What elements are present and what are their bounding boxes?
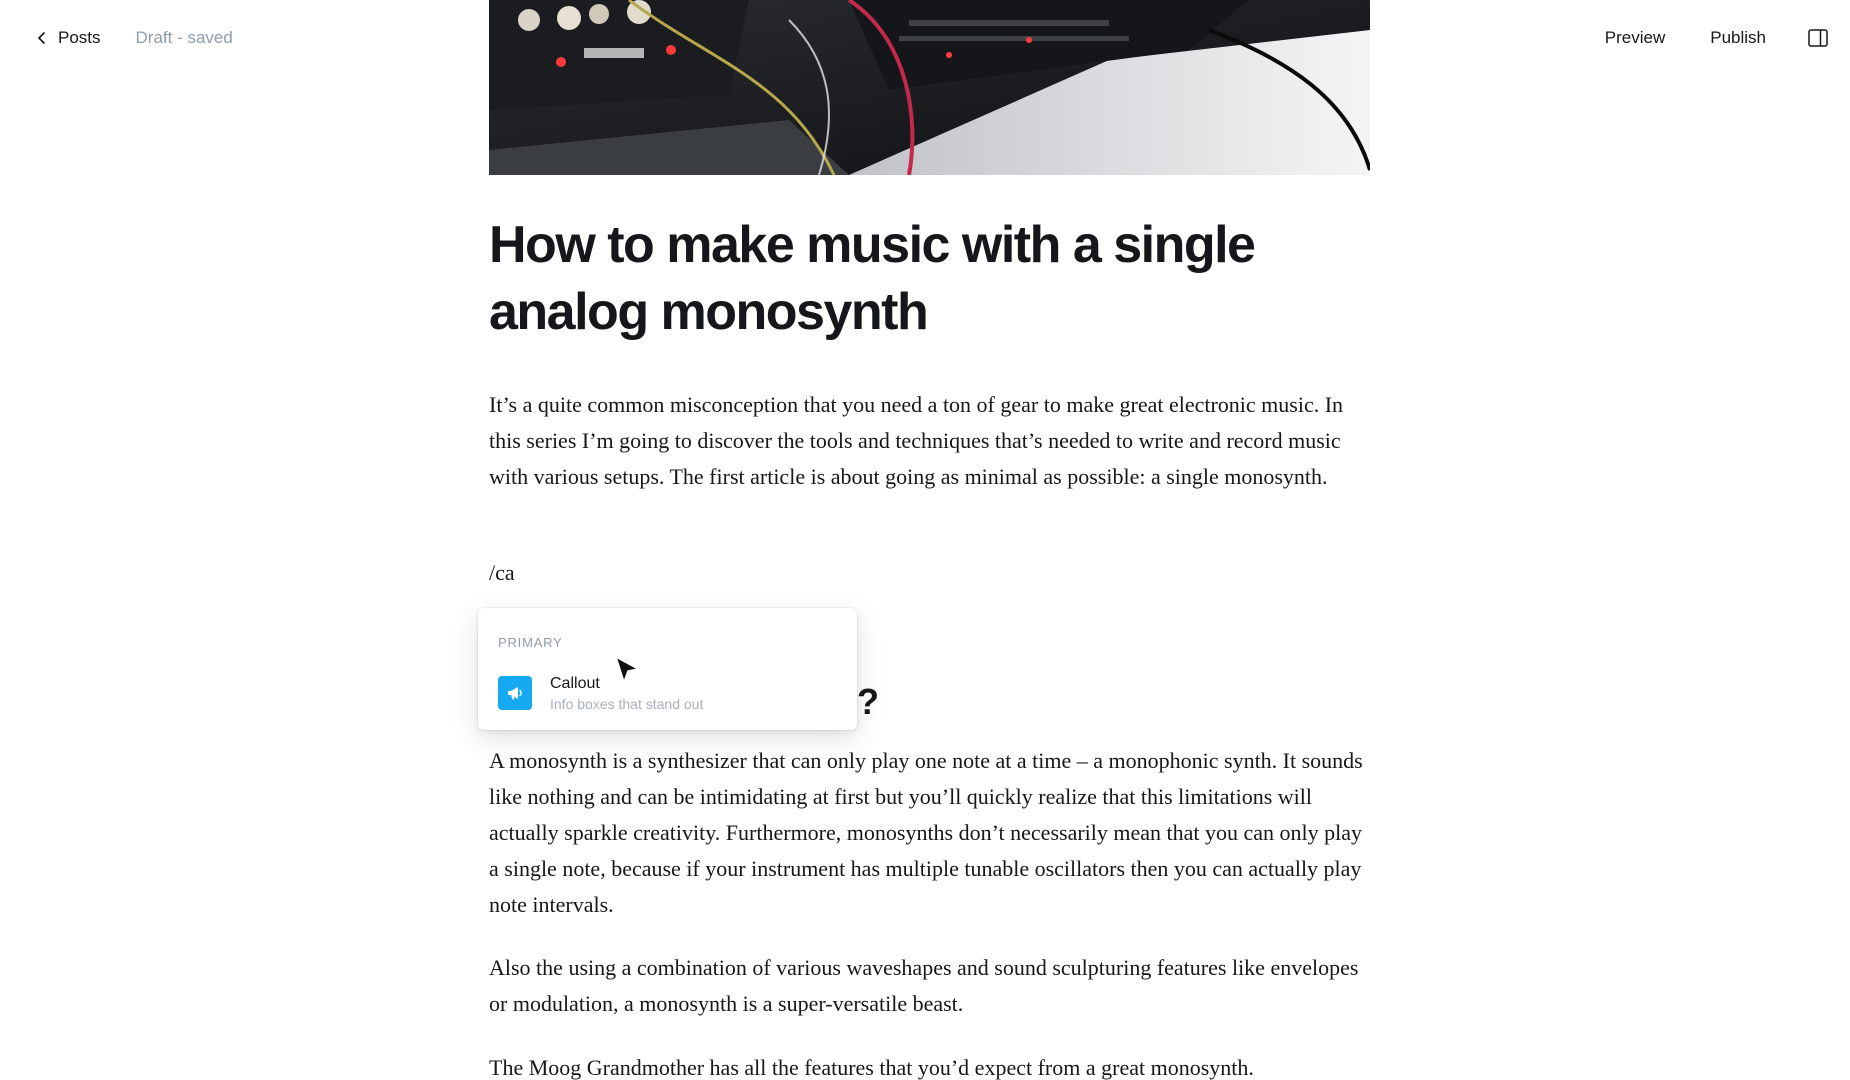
sidebar-toggle-icon[interactable] — [1808, 29, 1828, 47]
post-paragraph-intro[interactable]: It’s a quite common misconception that y… — [489, 387, 1370, 495]
post-paragraph-waveshapes[interactable]: Also the using a combination of various … — [489, 950, 1370, 1022]
slash-command-menu: PRIMARY Callout Info boxes that stand ou… — [478, 608, 857, 730]
menu-item-callout[interactable]: Callout Info boxes that stand out — [490, 668, 845, 718]
editor-header-right: Preview Publish — [1605, 28, 1828, 48]
menu-item-description: Info boxes that stand out — [550, 695, 704, 712]
menu-item-title: Callout — [550, 674, 600, 692]
save-status: Draft - saved — [135, 28, 233, 47]
preview-button[interactable]: Preview — [1605, 28, 1665, 48]
chevron-left-icon — [38, 32, 45, 44]
synth-photo-image — [489, 0, 1370, 175]
feature-image[interactable] — [489, 0, 1370, 175]
back-to-posts-link[interactable]: Posts — [34, 28, 101, 48]
editor-header-left: Posts Draft - saved — [34, 28, 233, 48]
post-paragraph-moog[interactable]: The Moog Grandmother has all the feature… — [489, 1050, 1370, 1080]
megaphone-icon — [498, 676, 532, 710]
section-heading-visible-text: ? — [857, 681, 879, 722]
back-label: Posts — [58, 28, 101, 47]
post-paragraph-monosynth[interactable]: A monosynth is a synthesizer that can on… — [489, 743, 1370, 923]
publish-button[interactable]: Publish — [1710, 28, 1766, 48]
post-title[interactable]: How to make music with a single analog m… — [489, 212, 1370, 346]
menu-section-label: PRIMARY — [498, 635, 563, 650]
slash-command-input[interactable]: /ca — [489, 555, 1370, 591]
